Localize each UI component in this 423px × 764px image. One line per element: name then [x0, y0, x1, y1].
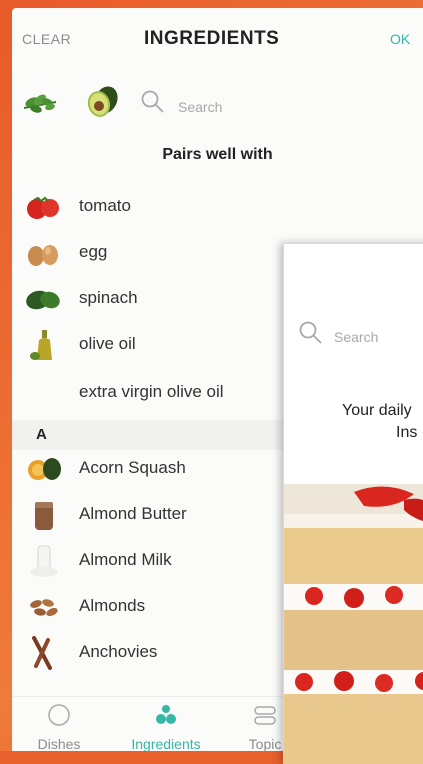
- egg-icon: [24, 236, 64, 270]
- section-letter: A: [36, 426, 47, 443]
- spinach-icon: [24, 282, 64, 316]
- list-item-label: Almond Milk: [79, 550, 172, 569]
- avocado-icon[interactable]: [82, 80, 124, 122]
- anchovies-icon: [24, 636, 64, 670]
- tab-label: Ingredients: [131, 736, 201, 751]
- list-item-label: egg: [79, 242, 108, 261]
- list-item-label: Almonds: [79, 596, 146, 615]
- cake-image[interactable]: [284, 484, 423, 764]
- list-item-label: Acorn Squash: [79, 458, 186, 477]
- page-title: INGREDIENTS: [144, 28, 280, 49]
- search-icon[interactable]: [298, 320, 324, 346]
- tab-label: Dishes: [37, 736, 81, 751]
- list-item-label: Almond Butter: [79, 504, 187, 523]
- tab-dishes[interactable]: Dishes: [24, 703, 94, 751]
- selected-ingredients-bar: Search: [12, 80, 423, 130]
- promo-subtitle: Ins: [396, 424, 418, 441]
- ok-button[interactable]: OK: [390, 31, 410, 47]
- tomato-icon: [24, 190, 64, 224]
- promo-title: Your daily: [342, 402, 412, 419]
- list-item-label: extra virgin olive oil: [79, 382, 224, 401]
- acorn-squash-icon: [24, 452, 64, 486]
- ingredients-icon: [153, 705, 179, 731]
- search-input[interactable]: Search: [178, 99, 222, 115]
- tab-ingredients[interactable]: Ingredients: [116, 703, 216, 751]
- overlapping-screen: Search Your daily Ins: [283, 243, 423, 764]
- almonds-icon: [24, 590, 64, 624]
- search-input[interactable]: Search: [334, 329, 378, 345]
- list-item-label: tomato: [79, 196, 131, 215]
- olive-oil-icon: [24, 328, 64, 362]
- almond-butter-icon: [24, 498, 64, 532]
- pairs-well-with-heading: Pairs well with: [162, 146, 273, 163]
- topics-icon: [252, 706, 278, 731]
- clear-button[interactable]: CLEAR: [22, 31, 71, 47]
- herb-icon[interactable]: [20, 80, 62, 122]
- list-item[interactable]: tomato: [12, 184, 423, 230]
- dishes-icon: [46, 704, 72, 731]
- list-item-label: olive oil: [79, 334, 136, 353]
- almond-milk-icon: [24, 544, 64, 578]
- search-icon[interactable]: [140, 89, 166, 115]
- header: CLEAR INGREDIENTS OK: [12, 8, 423, 70]
- list-item-label: spinach: [79, 288, 138, 307]
- list-item-label: Anchovies: [79, 642, 158, 661]
